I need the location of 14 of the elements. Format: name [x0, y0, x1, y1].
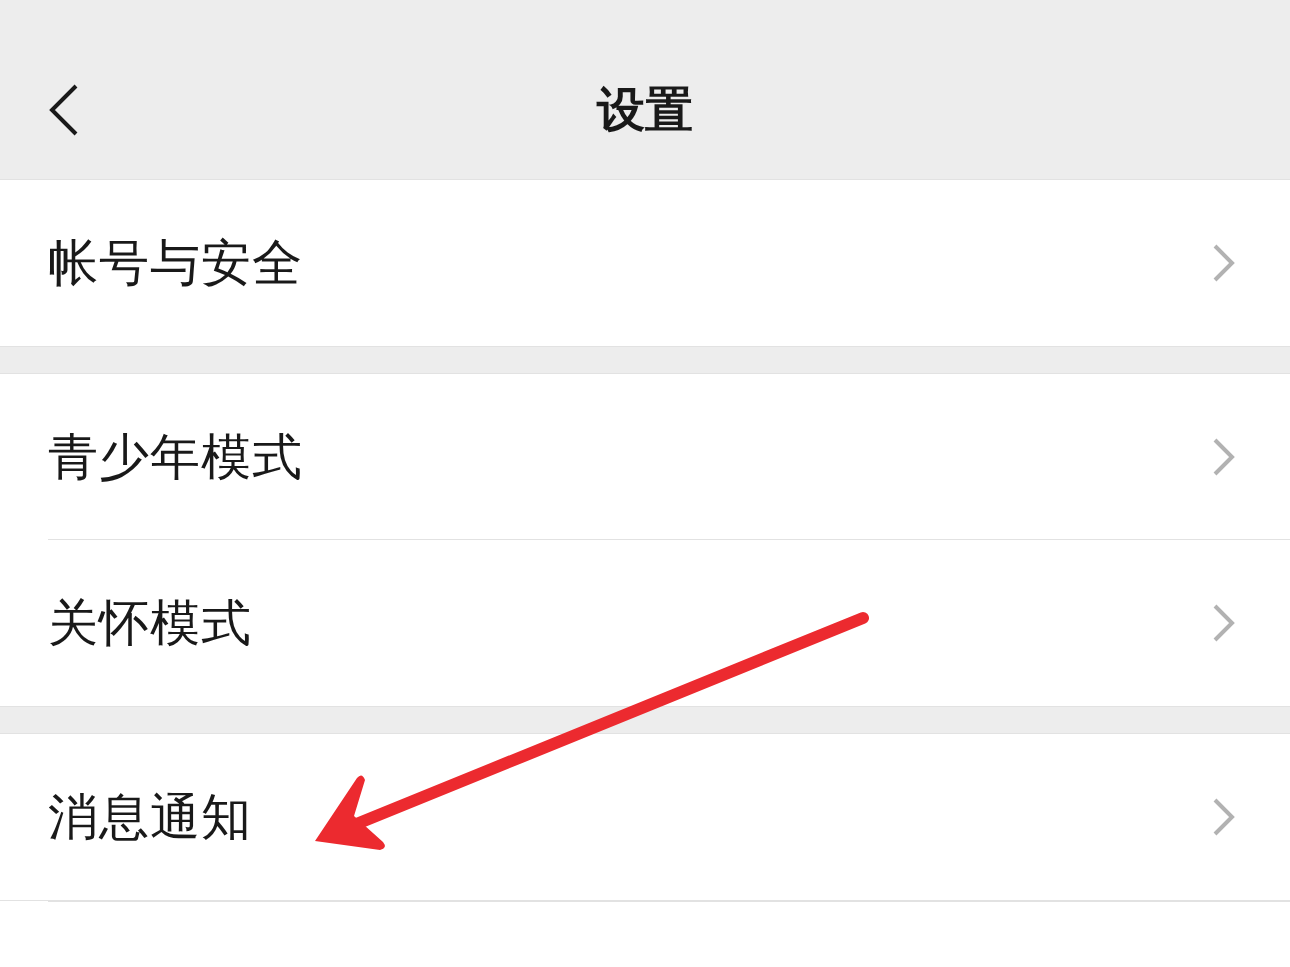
- settings-row[interactable]: 消息通知: [0, 734, 1290, 900]
- back-chevron-icon: [49, 84, 79, 136]
- settings-row[interactable]: 关怀模式: [0, 540, 1290, 706]
- page-title: 设置: [597, 80, 693, 139]
- settings-row[interactable]: 帐号与安全: [0, 180, 1290, 346]
- row-label: 帐号与安全: [48, 233, 303, 293]
- chevron-right-icon: [1212, 797, 1236, 837]
- settings-row[interactable]: 青少年模式: [0, 374, 1290, 540]
- row-label: 青少年模式: [48, 427, 303, 487]
- chevron-right-icon: [1212, 603, 1236, 643]
- row-label: 关怀模式: [48, 593, 252, 653]
- chevron-right-icon: [1212, 243, 1236, 283]
- row-label: 消息通知: [48, 787, 252, 847]
- chevron-right-icon: [1212, 437, 1236, 477]
